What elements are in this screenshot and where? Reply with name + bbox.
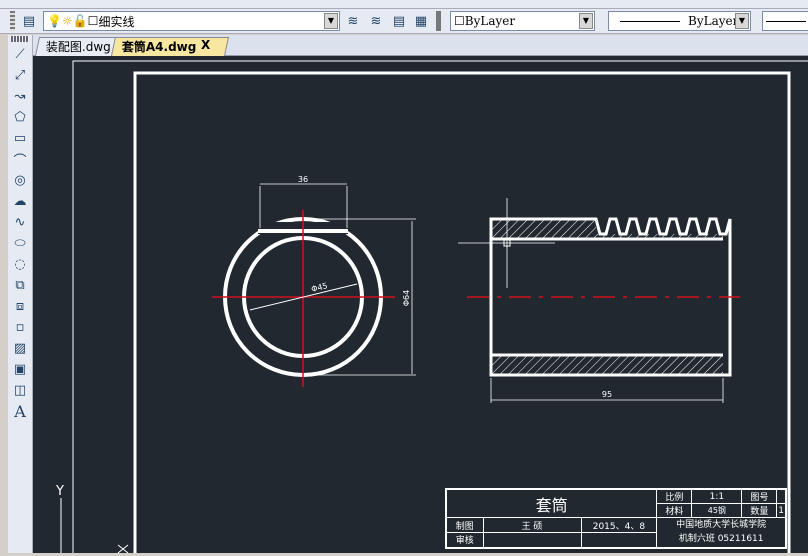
layer-name: 细实线 <box>98 14 135 29</box>
bulb-icon[interactable]: 💡 <box>47 14 62 28</box>
hatch-icon[interactable]: ▨ <box>11 339 29 357</box>
dim-36-label: 36 <box>298 175 308 184</box>
hatch-bottom <box>491 355 723 375</box>
school-cell: 中国地质大学长城学院 机制六班 05211611 <box>656 517 787 548</box>
dim-64-label: Φ64 <box>402 290 411 306</box>
check-label: 审核 <box>445 532 484 548</box>
close-tab-icon[interactable]: X <box>201 38 210 52</box>
layer-properties-icon[interactable]: ▦ <box>412 12 430 30</box>
ucs-icon <box>60 498 129 554</box>
document-tabs: 装配图.dwg 套筒A4.dwg X <box>33 35 808 56</box>
layer-manager-icon[interactable]: ▤ <box>20 12 38 30</box>
multiline-text-icon[interactable]: A <box>11 402 29 421</box>
part-name: 套筒 <box>445 488 658 518</box>
color-swatch-icon: ☐ <box>454 14 465 28</box>
lock-icon[interactable]: 🔓 <box>73 14 88 28</box>
qty-value: 1 <box>776 503 787 518</box>
center-lines <box>212 210 395 387</box>
drawn-label: 制图 <box>445 517 484 533</box>
scale-value: 1:1 <box>691 488 743 504</box>
material-label: 材料 <box>656 503 693 518</box>
drawn-by: 王 硕 <box>482 517 582 533</box>
spline-icon[interactable]: ∿ <box>11 213 29 231</box>
construction-line-icon[interactable]: ⤢ <box>11 66 29 84</box>
ellipse-arc-icon[interactable]: ◌ <box>11 255 29 273</box>
toolbar-grip[interactable] <box>10 11 15 31</box>
ucs-y-label: Y <box>55 484 64 499</box>
scale-label: 比例 <box>656 488 693 504</box>
drawing-no-label: 图号 <box>741 488 778 504</box>
draw-toolbar: ⟋ ⤢ ↝ ⬠ ▭ ⌒ ◎ ☁ ∿ ⬭ ◌ ⧉ ⧈ ▫ ▨ ▣ ◫ A <box>8 35 33 553</box>
title-block: 套筒 比例 1:1 图号 材料 45钢 数量 1 制图 王 硕 2015、4、8… <box>445 488 787 549</box>
tab-label: 装配图.dwg <box>45 40 111 54</box>
check-date-cell <box>580 532 658 548</box>
layers-toolbar: ▤ 💡 ☼ 🔓 ☐ 细实线 ▼ ≋ ≋ ▤ ▦ ☐ ByLayer ▼ ByLay… <box>0 9 808 34</box>
insert-block-icon[interactable]: ⧉ <box>11 276 29 294</box>
paper-border <box>72 60 808 553</box>
tab-assembly[interactable]: 装配图.dwg <box>34 37 122 56</box>
dim-95-label: 95 <box>602 390 612 399</box>
material-value: 45钢 <box>691 503 743 518</box>
drawing-svg: 36 Φ45 Φ64 95 Y <box>55 60 808 554</box>
gradient-icon[interactable]: ▣ <box>11 360 29 378</box>
lineweight-dropdown[interactable] <box>762 11 808 31</box>
date-value: 2015、4、8 <box>580 517 658 533</box>
qty-label: 数量 <box>741 503 778 518</box>
school-name: 中国地质大学长城学院 <box>676 520 767 531</box>
tab-label: 套筒A4.dwg <box>121 40 197 54</box>
standard-toolbar <box>0 0 808 9</box>
drawing-canvas[interactable]: 36 Φ45 Φ64 95 Y 套筒 比例 1:1 图号 材料 45钢 数量 1… <box>33 56 808 554</box>
class-info: 机制六班 05211611 <box>678 534 764 545</box>
lineweight-sample <box>766 20 806 22</box>
rectangle-icon[interactable]: ▭ <box>11 129 29 147</box>
checker-cell <box>482 532 582 548</box>
layer-dropdown[interactable]: 💡 ☼ 🔓 ☐ 细实线 ▼ <box>43 11 340 31</box>
arc-icon[interactable]: ⌒ <box>11 150 29 169</box>
layer-states-icon[interactable]: ▤ <box>390 12 408 30</box>
polygon-icon[interactable]: ⬠ <box>11 108 29 126</box>
color-value: ByLayer <box>464 14 516 28</box>
linetype-dropdown[interactable]: ByLayer ▼ <box>608 11 751 31</box>
sun-icon[interactable]: ☼ <box>62 14 73 28</box>
layer-previous-icon[interactable]: ≋ <box>367 12 385 30</box>
ellipse-icon[interactable]: ⬭ <box>11 234 29 252</box>
drawing-no-value <box>776 488 787 504</box>
line-icon[interactable]: ⟋ <box>11 45 29 63</box>
toolbar-grip[interactable] <box>436 11 441 31</box>
point-icon[interactable]: ▫ <box>11 318 29 336</box>
make-block-icon[interactable]: ⧈ <box>11 297 29 315</box>
section-view <box>458 198 740 403</box>
chevron-down-icon[interactable]: ▼ <box>324 13 338 29</box>
make-current-layer-icon[interactable]: ≋ <box>344 12 362 30</box>
chevron-down-icon[interactable]: ▼ <box>579 13 593 29</box>
polyline-icon[interactable]: ↝ <box>11 87 29 105</box>
toolbar-grip[interactable] <box>11 36 29 42</box>
color-swatch-icon: ☐ <box>87 14 99 28</box>
crosshair-cursor <box>458 198 555 288</box>
chevron-down-icon[interactable]: ▼ <box>735 13 749 29</box>
tab-sleeve-a4[interactable]: 套筒A4.dwg <box>110 37 230 56</box>
linetype-sample <box>620 20 680 22</box>
revision-cloud-icon[interactable]: ☁ <box>11 192 29 210</box>
drawing-frame <box>133 71 791 553</box>
linetype-value: ByLayer <box>688 14 739 28</box>
region-icon[interactable]: ◫ <box>11 381 29 399</box>
circle-icon[interactable]: ◎ <box>11 171 29 189</box>
color-dropdown[interactable]: ☐ ByLayer ▼ <box>450 11 595 31</box>
